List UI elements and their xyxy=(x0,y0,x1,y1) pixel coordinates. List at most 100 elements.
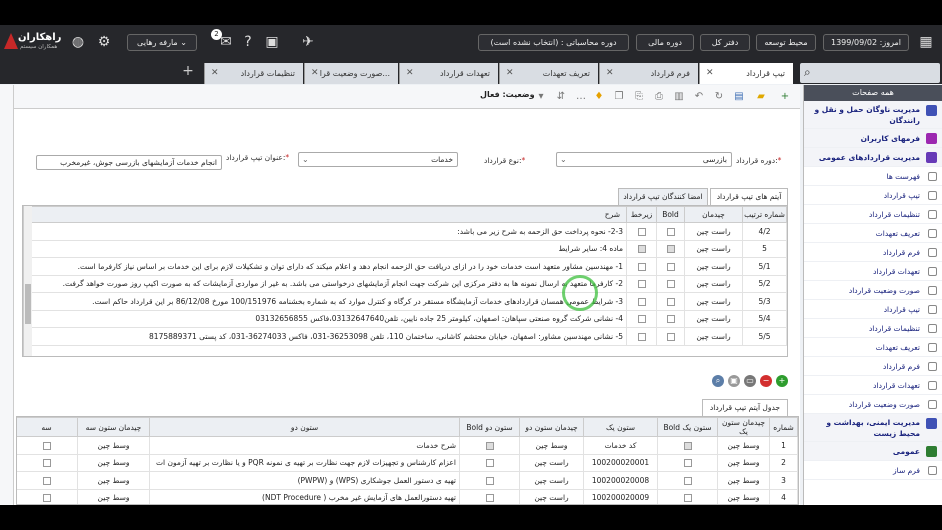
bold-checkbox[interactable] xyxy=(42,476,51,485)
sidebar-item[interactable]: تعهدات قرارداد xyxy=(804,262,942,281)
sidebar-item[interactable]: مدیریت قراردادهای عمومی xyxy=(804,148,942,167)
bold-checkbox[interactable] xyxy=(666,262,675,271)
underline-checkbox[interactable] xyxy=(637,227,646,236)
title-input[interactable]: انجام خدمات آزمایشهای بازرسی جوش، غیرمخر… xyxy=(36,155,222,170)
col-c1[interactable]: ستون یک xyxy=(583,417,658,437)
col-c1-bold[interactable]: ستون یک Bold xyxy=(657,417,718,437)
search-icon[interactable]: ⌕ xyxy=(712,375,724,387)
export-icon[interactable]: ⇵ xyxy=(554,90,568,104)
close-icon[interactable]: ✕ xyxy=(211,63,219,84)
more-icon[interactable]: … xyxy=(574,90,588,104)
col-c2-bold[interactable]: ستون دو Bold xyxy=(459,417,520,437)
sidebar-search[interactable]: ⌕ xyxy=(800,63,940,83)
period-selector[interactable]: دوره محاسباتی : (انتخاب نشده است) xyxy=(478,34,629,51)
inbox-icon[interactable]: ✉ xyxy=(218,34,234,50)
sidebar-item[interactable]: تنظیمات قرارداد xyxy=(804,205,942,224)
filter-icon[interactable]: ▾ xyxy=(534,90,548,104)
table-row[interactable]: 2 وسط چین 100200020001 راست چین اعزام کارشنا… xyxy=(17,453,798,472)
col-c2[interactable]: ستون دو xyxy=(149,417,460,437)
bold-checkbox[interactable] xyxy=(485,441,494,450)
col-bold[interactable]: Bold xyxy=(656,206,685,223)
bold-checkbox[interactable] xyxy=(666,245,675,254)
tab-contract-settings[interactable]: ✕ تنظیمات قرارداد xyxy=(204,63,303,84)
close-icon[interactable]: ✕ xyxy=(406,63,414,84)
sidebar-item[interactable]: فهرست ها xyxy=(804,167,942,186)
bold-checkbox[interactable] xyxy=(666,227,675,236)
col-c3[interactable]: سه xyxy=(17,417,78,437)
help-icon[interactable]: ? xyxy=(240,34,256,50)
table-row[interactable]: 1 وسط چین کد خدمات وسط چین شرح خدمات وسط چین xyxy=(17,436,798,455)
tab-contract-obligations[interactable]: ✕ تعهدات قرارداد xyxy=(399,63,498,84)
bold-checkbox[interactable] xyxy=(666,332,675,341)
bold-checkbox[interactable] xyxy=(42,459,51,468)
attach-icon[interactable]: ⎘ xyxy=(632,90,646,104)
sidebar-item[interactable]: تیپ قرارداد xyxy=(804,186,942,205)
fiscal-selector[interactable]: دوره مالی xyxy=(636,34,694,51)
table-row[interactable]: 5 راست چین ماده 4: سایر شرایط xyxy=(30,239,787,258)
tab-define-obligations[interactable]: ✕ تعریف تعهدات xyxy=(499,63,598,84)
sidebar-item[interactable]: تنظیمات قرارداد xyxy=(804,319,942,338)
close-icon[interactable]: ✕ xyxy=(606,63,614,84)
col-align[interactable]: چیدمان xyxy=(684,206,743,223)
new-record-icon[interactable]: + xyxy=(778,90,792,104)
tab-contract-form[interactable]: ✕ فرم قرارداد xyxy=(599,63,698,84)
folder-icon[interactable]: ▰ xyxy=(754,90,768,104)
save-icon[interactable]: ▤ xyxy=(732,90,746,104)
sidebar-item[interactable]: فرم قرارداد xyxy=(804,357,942,376)
bold-checkbox[interactable] xyxy=(683,476,692,485)
table-row[interactable]: 5/3 راست چین 3- شرایط عمومی همسان قرارداده… xyxy=(30,292,787,311)
col-c1-align[interactable]: چیدمان ستون یک xyxy=(717,417,770,437)
sidebar-item[interactable]: صورت وضعیت قرارداد xyxy=(804,395,942,414)
terminal-icon[interactable]: ▣ xyxy=(264,34,280,50)
table-row[interactable]: 5/4 راست چین 4- نشانی شرکت گروه صنعتی سپاه… xyxy=(30,309,787,328)
tab-contract-type[interactable]: ✕ تیپ قرارداد xyxy=(699,63,793,84)
underline-checkbox[interactable] xyxy=(637,315,646,324)
bold-checkbox[interactable] xyxy=(666,297,675,306)
refresh-icon[interactable]: ↻ xyxy=(712,90,726,104)
delete-icon[interactable]: ▥ xyxy=(672,90,686,104)
bold-checkbox[interactable] xyxy=(485,476,494,485)
tab-item-table[interactable]: جدول آیتم تیپ قرارداد xyxy=(702,399,788,416)
table-row[interactable]: 5/2 راست چین 2- کارفرما متعهد به ارسال نمو… xyxy=(30,274,787,293)
add-row-icon[interactable]: + xyxy=(776,375,788,387)
undo-icon[interactable]: ↶ xyxy=(692,90,706,104)
tab-signers[interactable]: امضا کنندگان تیپ قرارداد xyxy=(618,188,708,205)
bold-checkbox[interactable] xyxy=(42,441,51,450)
col-row-number[interactable]: شماره xyxy=(769,417,798,437)
table-row[interactable]: 4 وسط چین 100200020009 راست چین تهیه دستورال… xyxy=(17,488,798,504)
bold-checkbox[interactable] xyxy=(683,441,692,450)
sidebar-item[interactable]: تعریف تعهدات xyxy=(804,338,942,357)
bold-checkbox[interactable] xyxy=(666,315,675,324)
remove-row-icon[interactable]: − xyxy=(760,375,772,387)
col-c2-align[interactable]: چیدمان ستون دو xyxy=(519,417,584,437)
col-c3-align[interactable]: چیدمان ستون سه xyxy=(77,417,150,437)
items-scrollbar[interactable] xyxy=(23,206,32,356)
close-icon[interactable]: ✕ xyxy=(311,63,319,84)
edit-row-icon[interactable]: ▭ xyxy=(744,375,756,387)
tab-items[interactable]: آیتم های تیپ قرارداد xyxy=(710,188,788,205)
ledger-selector[interactable]: دفتر کل xyxy=(700,34,750,51)
underline-checkbox[interactable] xyxy=(637,297,646,306)
bold-checkbox[interactable] xyxy=(666,280,675,289)
bold-checkbox[interactable] xyxy=(485,459,494,468)
print-icon[interactable]: ⎙ xyxy=(652,90,666,104)
environment-selector[interactable]: محیط توسعه xyxy=(756,34,816,51)
sidebar-item[interactable]: تعهدات قرارداد xyxy=(804,376,942,395)
gear-icon[interactable]: ⚙ xyxy=(96,34,112,50)
globe-icon[interactable]: ◍ xyxy=(70,34,86,50)
col-order[interactable]: شماره ترتیب xyxy=(742,206,787,223)
sidebar-item[interactable]: مدیریت ناوگان حمل و نقل و رانندگان xyxy=(804,101,942,129)
rocket-icon[interactable]: ✈ xyxy=(300,34,316,50)
underline-checkbox[interactable] xyxy=(637,262,646,271)
sidebar-item[interactable]: فرمهای کاربران xyxy=(804,129,942,148)
type-select[interactable]: ⌄ خدمات xyxy=(298,152,458,167)
sidebar-item[interactable]: فرم قرارداد xyxy=(804,243,942,262)
sidebar-item[interactable]: فرم ساز xyxy=(804,461,942,480)
org-menu[interactable]: مارفه رهایی ⌄ xyxy=(127,34,197,51)
period-select[interactable]: ⌄ بازرسی xyxy=(556,152,732,167)
sidebar-item[interactable]: صورت وضعیت قرارداد xyxy=(804,281,942,300)
bold-checkbox[interactable] xyxy=(42,494,51,503)
col-desc[interactable]: شرح xyxy=(30,206,627,223)
bold-checkbox[interactable] xyxy=(485,494,494,503)
today-date[interactable]: امروز: 1399/09/02 xyxy=(823,34,909,51)
